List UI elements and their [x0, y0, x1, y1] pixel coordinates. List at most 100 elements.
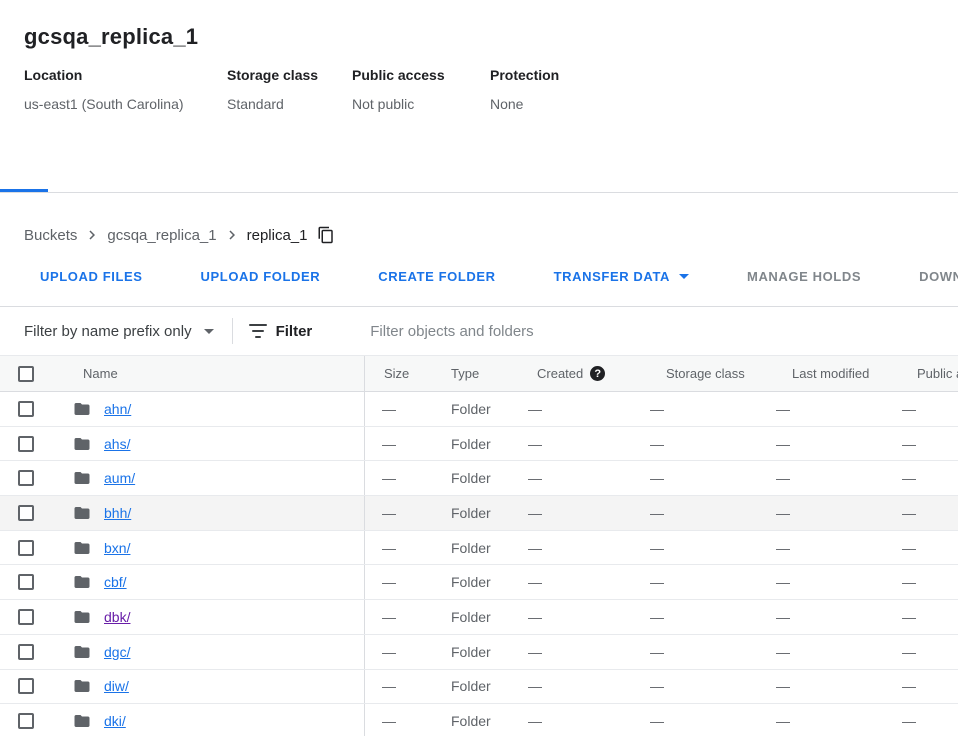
- filter-scope-label: Filter by name prefix only: [24, 323, 192, 340]
- row-checkbox[interactable]: [18, 678, 34, 694]
- objects-table: Name Size Type Created ? Storage class L…: [0, 355, 958, 736]
- name-cell: dbk/: [55, 600, 364, 634]
- create-folder-button[interactable]: CREATE FOLDER: [378, 269, 495, 284]
- help-icon[interactable]: ?: [590, 366, 605, 381]
- tab-objects[interactable]: [0, 148, 48, 192]
- folder-icon: [73, 643, 91, 661]
- tab-observability[interactable]: [315, 148, 363, 192]
- public-access-cell: —: [895, 565, 958, 599]
- col-header-created[interactable]: Created ?: [520, 356, 645, 391]
- table-row[interactable]: ahn/ — Folder — — — —: [0, 392, 958, 427]
- col-header-last-modified[interactable]: Last modified: [770, 356, 895, 391]
- folder-icon: [73, 677, 91, 695]
- toolbar-button-label: DOWNLOAD: [919, 269, 958, 284]
- table-row[interactable]: cbf/ — Folder — — — —: [0, 565, 958, 600]
- folder-link[interactable]: dgc/: [104, 644, 130, 660]
- folder-link[interactable]: ahs/: [104, 436, 130, 452]
- folder-link[interactable]: bhh/: [104, 505, 131, 521]
- last-modified-cell: —: [770, 496, 895, 530]
- folder-link[interactable]: bxn/: [104, 540, 130, 556]
- last-modified-cell: —: [770, 565, 895, 599]
- meta-label: Location: [24, 67, 227, 84]
- transfer-data-button[interactable]: TRANSFER DATA: [554, 269, 689, 284]
- last-modified-cell: —: [770, 704, 895, 736]
- folder-link[interactable]: cbf/: [104, 574, 127, 590]
- type-cell: Folder: [437, 461, 520, 495]
- size-cell: —: [364, 496, 437, 530]
- bucket-meta: Location us-east1 (South Carolina) Stora…: [24, 67, 958, 113]
- created-cell: —: [520, 670, 645, 704]
- upload-files-button[interactable]: UPLOAD FILES: [40, 269, 143, 284]
- toolbar-button-label: MANAGE HOLDS: [747, 269, 861, 284]
- row-checkbox[interactable]: [18, 609, 34, 625]
- row-checkbox[interactable]: [18, 713, 34, 729]
- manage-holds-button: MANAGE HOLDS: [747, 269, 861, 284]
- bucket-meta-item: Protection None: [490, 67, 559, 113]
- row-checkbox-cell: [0, 392, 55, 426]
- storage-class-cell: —: [645, 704, 770, 736]
- public-access-cell: —: [895, 531, 958, 565]
- tab-permissions[interactable]: [126, 148, 174, 192]
- table-row[interactable]: diw/ — Folder — — — —: [0, 670, 958, 705]
- folder-icon: [73, 573, 91, 591]
- table-row[interactable]: ahs/ — Folder — — — —: [0, 427, 958, 462]
- storage-class-cell: —: [645, 392, 770, 426]
- row-checkbox[interactable]: [18, 574, 34, 590]
- table-row[interactable]: bxn/ — Folder — — — —: [0, 531, 958, 566]
- tab-configuration[interactable]: [63, 148, 111, 192]
- col-header-size[interactable]: Size: [364, 356, 437, 391]
- breadcrumb-item[interactable]: Buckets: [24, 227, 77, 244]
- row-checkbox[interactable]: [18, 540, 34, 556]
- col-header-storage-class[interactable]: Storage class: [645, 356, 770, 391]
- row-checkbox-cell: [0, 670, 55, 704]
- type-cell: Folder: [437, 565, 520, 599]
- tab-lifecycle[interactable]: [252, 148, 300, 192]
- row-checkbox[interactable]: [18, 505, 34, 521]
- name-cell: ahn/: [55, 392, 364, 426]
- folder-link[interactable]: dbk/: [104, 609, 130, 625]
- folder-link[interactable]: ahn/: [104, 401, 131, 417]
- folder-icon: [73, 504, 91, 522]
- filter-input[interactable]: [370, 323, 790, 340]
- col-header-name[interactable]: Name: [55, 356, 364, 391]
- folder-link[interactable]: dki/: [104, 713, 126, 729]
- created-cell: —: [520, 531, 645, 565]
- public-access-cell: —: [895, 670, 958, 704]
- toolbar-button-label: TRANSFER DATA: [554, 269, 670, 284]
- col-header-created-label: Created: [537, 366, 583, 381]
- table-row[interactable]: dki/ — Folder — — — —: [0, 704, 958, 736]
- content-copy-icon: [317, 226, 335, 244]
- created-cell: —: [520, 635, 645, 669]
- created-cell: —: [520, 600, 645, 634]
- upload-folder-button[interactable]: UPLOAD FOLDER: [201, 269, 321, 284]
- tab-protection[interactable]: [189, 148, 237, 192]
- col-header-public-access[interactable]: Public access: [895, 356, 958, 391]
- vertical-divider: [232, 318, 233, 344]
- table-row[interactable]: bhh/ — Folder — — — —: [0, 496, 958, 531]
- select-all-checkbox[interactable]: [18, 366, 34, 382]
- row-checkbox[interactable]: [18, 401, 34, 417]
- created-cell: —: [520, 427, 645, 461]
- breadcrumb-item[interactable]: gcsqa_replica_1: [107, 227, 216, 244]
- table-row[interactable]: dgc/ — Folder — — — —: [0, 635, 958, 670]
- filter-bar: Filter by name prefix only Filter: [0, 307, 958, 355]
- folder-link[interactable]: diw/: [104, 678, 129, 694]
- copy-path-button[interactable]: [317, 226, 335, 244]
- row-checkbox[interactable]: [18, 470, 34, 486]
- folder-link[interactable]: aum/: [104, 470, 135, 486]
- table-body: ahn/ — Folder — — — — ahs/ — Folder — — …: [0, 392, 958, 736]
- folder-icon: [73, 469, 91, 487]
- chevron-right-icon: [83, 226, 101, 244]
- filter-scope-selector[interactable]: Filter by name prefix only: [24, 323, 214, 340]
- row-checkbox[interactable]: [18, 644, 34, 660]
- folder-icon: [73, 435, 91, 453]
- table-row[interactable]: aum/ — Folder — — — —: [0, 461, 958, 496]
- col-header-type[interactable]: Type: [437, 356, 520, 391]
- row-checkbox[interactable]: [18, 436, 34, 452]
- table-row[interactable]: dbk/ — Folder — — — —: [0, 600, 958, 635]
- arrow-drop-down-icon: [679, 274, 689, 279]
- bucket-header: gcsqa_replica_1 Location us-east1 (South…: [0, 0, 958, 113]
- bucket-meta-item: Storage class Standard: [227, 67, 352, 113]
- storage-class-cell: —: [645, 461, 770, 495]
- name-cell: dki/: [55, 704, 364, 736]
